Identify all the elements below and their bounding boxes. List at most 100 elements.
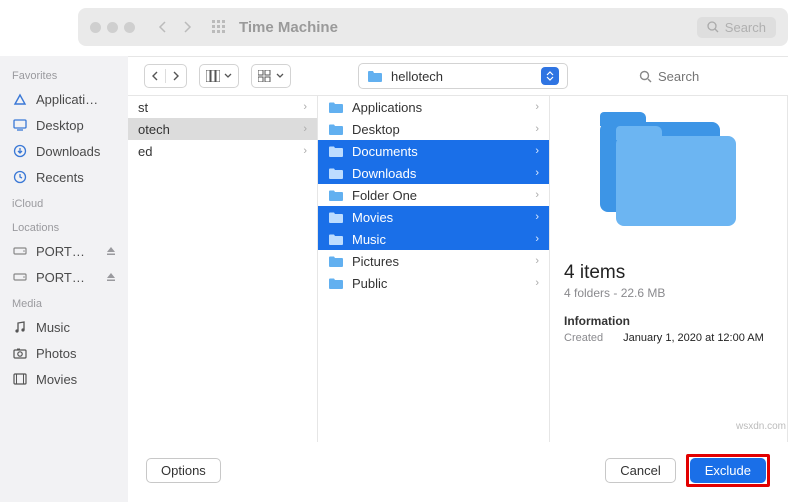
list-item[interactable]: Music › bbox=[318, 228, 549, 250]
sidebar-header-locations: Locations bbox=[0, 214, 128, 238]
list-item-label: Pictures bbox=[352, 254, 399, 269]
list-item[interactable]: Applications › bbox=[318, 96, 549, 118]
cancel-button[interactable]: Cancel bbox=[605, 458, 675, 483]
list-item-label: Movies bbox=[352, 210, 393, 225]
sidebar-item-downloads[interactable]: Downloads bbox=[0, 138, 128, 164]
sidebar-item-music[interactable]: Music bbox=[0, 314, 128, 340]
sheet-toolbar: hellotech bbox=[128, 57, 788, 95]
film-icon bbox=[12, 371, 28, 387]
list-item[interactable]: Downloads › bbox=[318, 162, 549, 184]
chevron-right-icon: › bbox=[535, 101, 539, 113]
list-item-label: Desktop bbox=[352, 122, 400, 137]
list-item-label: Music bbox=[352, 232, 386, 247]
chevron-right-icon: › bbox=[535, 255, 539, 267]
list-item-label: Applications bbox=[352, 100, 422, 115]
list-item[interactable]: ed› bbox=[128, 140, 317, 162]
sidebar-header-media: Media bbox=[0, 290, 128, 314]
options-button[interactable]: Options bbox=[146, 458, 221, 483]
chevron-down-icon bbox=[224, 72, 232, 80]
sidebar-item-desktop[interactable]: Desktop bbox=[0, 112, 128, 138]
chevron-right-icon: › bbox=[535, 123, 539, 135]
folder-icon bbox=[328, 144, 344, 158]
list-item[interactable]: Desktop › bbox=[318, 118, 549, 140]
sidebar-item-applications[interactable]: Applicati… bbox=[0, 86, 128, 112]
chevron-right-icon: › bbox=[535, 167, 539, 179]
preview-title: 4 items bbox=[564, 262, 773, 284]
sidebar-item-port-1[interactable]: PORT… bbox=[0, 238, 128, 264]
search-icon bbox=[707, 21, 719, 33]
columns-icon bbox=[206, 70, 220, 82]
sidebar-item-port-2[interactable]: PORT… bbox=[0, 264, 128, 290]
sidebar-item-label: Downloads bbox=[36, 144, 100, 159]
list-item[interactable]: Movies › bbox=[318, 206, 549, 228]
window-controls bbox=[90, 22, 135, 33]
close-dot bbox=[90, 22, 101, 33]
sheet-search[interactable] bbox=[635, 69, 772, 84]
minimize-dot bbox=[107, 22, 118, 33]
chevron-right-icon: › bbox=[535, 189, 539, 201]
grid-icon bbox=[209, 17, 229, 37]
dialog-buttons: Options Cancel Exclude bbox=[128, 452, 788, 488]
sidebar-item-label: PORT… bbox=[36, 270, 85, 285]
list-item-label: Folder One bbox=[352, 188, 417, 203]
sidebar-item-label: Movies bbox=[36, 372, 77, 387]
chevron-right-icon: › bbox=[535, 277, 539, 289]
chevron-left-icon bbox=[151, 71, 159, 81]
sidebar-item-label: Applicati… bbox=[36, 92, 98, 107]
eject-icon[interactable] bbox=[106, 272, 116, 282]
folder-icon bbox=[616, 136, 736, 226]
list-item-label: Public bbox=[352, 276, 387, 291]
sidebar-item-label: Music bbox=[36, 320, 70, 335]
window-title: Time Machine bbox=[239, 19, 338, 36]
list-item-label: Downloads bbox=[352, 166, 416, 181]
sidebar: Favorites Applicati… Desktop Downloads R… bbox=[0, 56, 128, 502]
chevron-right-icon: › bbox=[535, 145, 539, 157]
chevron-right-icon: › bbox=[303, 101, 307, 113]
chevron-right-icon bbox=[177, 17, 197, 37]
nav-back-forward-sheet[interactable] bbox=[144, 64, 187, 88]
exclude-highlight: Exclude bbox=[686, 454, 770, 487]
music-icon bbox=[12, 319, 28, 335]
path-stepper-icon bbox=[541, 67, 559, 85]
folder-icon bbox=[328, 100, 344, 114]
sidebar-header-favorites: Favorites bbox=[0, 62, 128, 86]
chevron-right-icon: › bbox=[535, 233, 539, 245]
folder-icon bbox=[328, 188, 344, 202]
folder-icon bbox=[328, 254, 344, 268]
list-item-label: st bbox=[138, 100, 148, 115]
list-item[interactable]: Documents› bbox=[318, 140, 549, 162]
list-item[interactable]: Folder One › bbox=[318, 184, 549, 206]
list-item[interactable]: st › bbox=[128, 96, 317, 118]
created-value: January 1, 2020 at 12:00 AM bbox=[623, 332, 764, 344]
parent-window-toolbar: Time Machine Search bbox=[78, 8, 788, 46]
group-by[interactable] bbox=[251, 64, 291, 88]
folder-icon bbox=[328, 210, 344, 224]
list-item[interactable]: otech › bbox=[128, 118, 317, 140]
created-label: Created bbox=[564, 332, 603, 344]
column-browser: st›otech›ed› Applications›Desktop›Docume… bbox=[128, 95, 788, 442]
search-icon bbox=[639, 70, 652, 83]
chevron-right-icon: › bbox=[303, 123, 307, 135]
parent-search-placeholder: Search bbox=[725, 20, 766, 35]
sidebar-item-label: PORT… bbox=[36, 244, 85, 259]
sidebar-item-label: Desktop bbox=[36, 118, 84, 133]
list-item[interactable]: Public › bbox=[318, 272, 549, 294]
list-item[interactable]: Pictures › bbox=[318, 250, 549, 272]
sidebar-item-movies[interactable]: Movies bbox=[0, 366, 128, 392]
path-selector[interactable]: hellotech bbox=[358, 63, 568, 89]
search-input[interactable] bbox=[658, 69, 768, 84]
download-icon bbox=[12, 143, 28, 159]
disk-icon bbox=[12, 269, 28, 285]
eject-icon[interactable] bbox=[106, 246, 116, 256]
desktop-icon bbox=[12, 117, 28, 133]
grid-group-icon bbox=[258, 70, 272, 82]
exclude-button[interactable]: Exclude bbox=[690, 458, 766, 483]
folder-icon bbox=[328, 122, 344, 136]
chevron-right-icon: › bbox=[535, 211, 539, 223]
sidebar-item-label: Photos bbox=[36, 346, 76, 361]
sidebar-header-icloud: iCloud bbox=[0, 190, 128, 214]
sidebar-item-recents[interactable]: Recents bbox=[0, 164, 128, 190]
sidebar-item-photos[interactable]: Photos bbox=[0, 340, 128, 366]
view-mode-columns[interactable] bbox=[199, 64, 239, 88]
list-item-label: otech bbox=[138, 122, 170, 137]
